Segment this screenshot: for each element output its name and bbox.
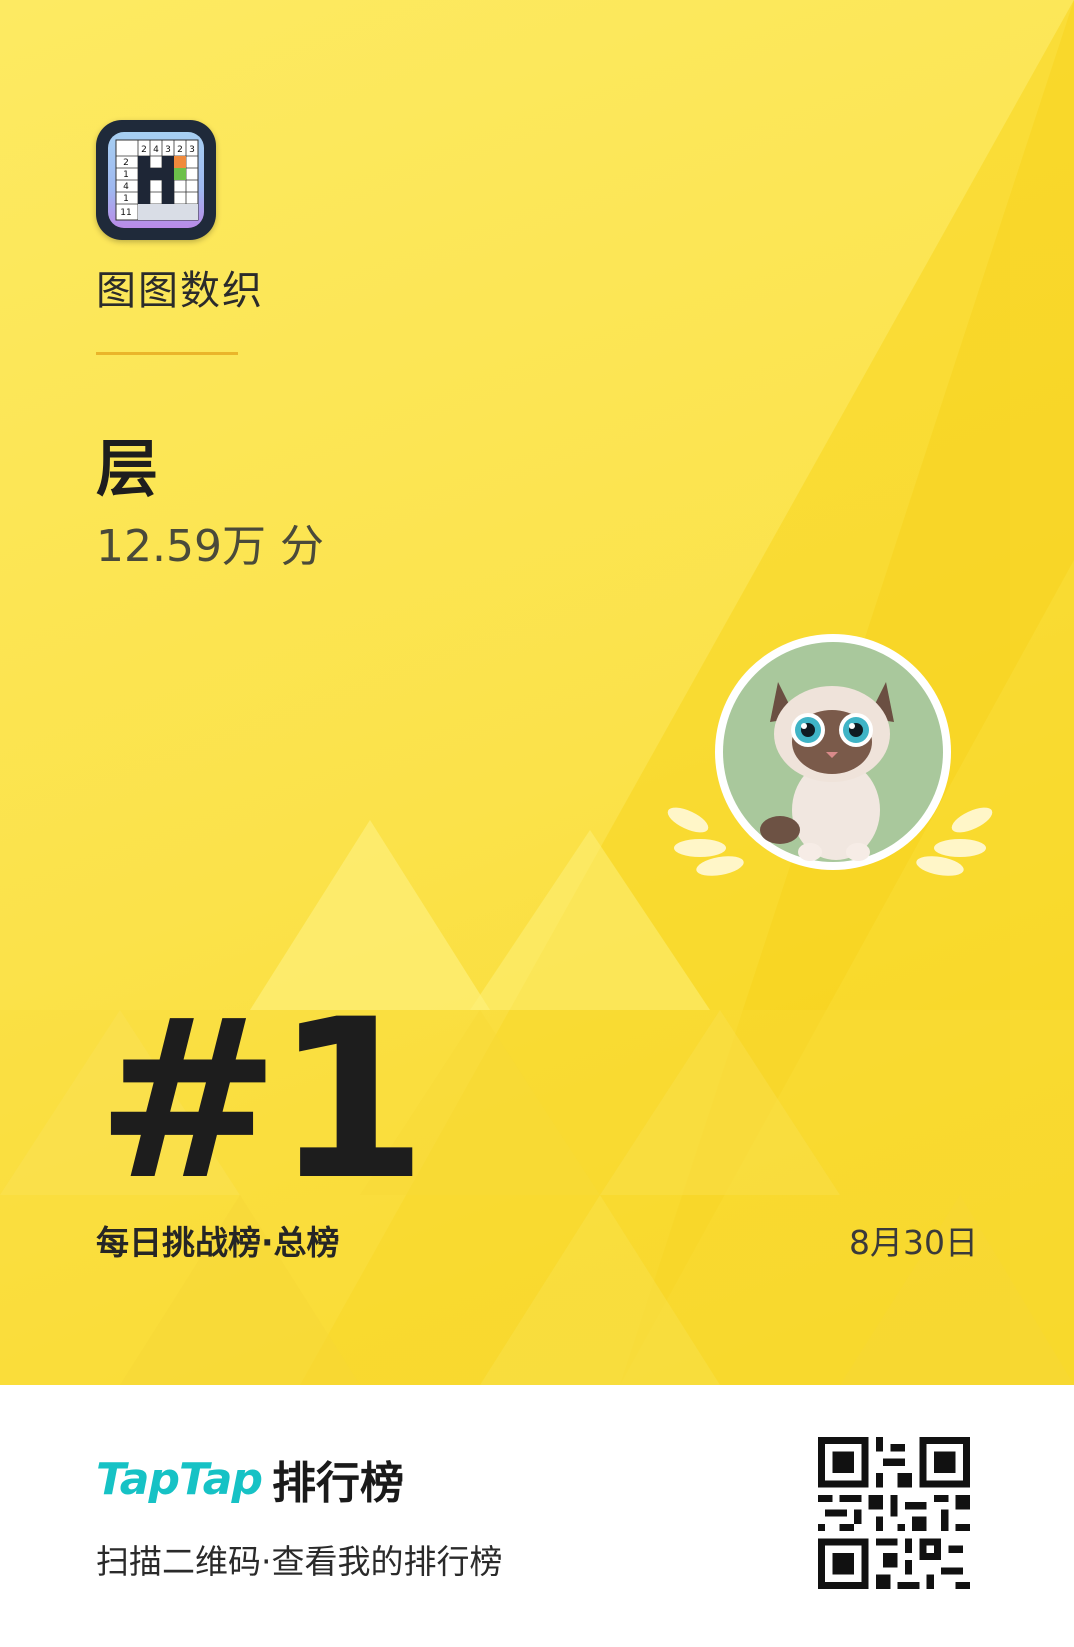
- scan-hint: 扫描二维码·查看我的排行榜: [96, 1542, 503, 1581]
- player-name: 层: [96, 432, 159, 505]
- clue-left: 1: [123, 194, 129, 204]
- taptap-logo: TapTap: [96, 1453, 263, 1505]
- player-score: 12.59万 分: [96, 521, 324, 572]
- rank-date: 8月30日: [849, 1223, 978, 1262]
- clue-top: 3: [189, 145, 195, 155]
- avatar-image: [667, 634, 993, 876]
- qr-code-icon[interactable]: [818, 1437, 970, 1589]
- app-name: 图图数织: [96, 268, 264, 314]
- clue-left: 11: [120, 208, 131, 218]
- clue-left: 4: [123, 182, 129, 192]
- clue-left: 1: [123, 170, 129, 180]
- taptap-brand: TapTap 排行榜: [96, 1447, 404, 1511]
- rank-number: #1: [96, 972, 427, 1228]
- avatar: [660, 630, 1000, 890]
- share-footer: TapTap 排行榜 扫描二维码·查看我的排行榜: [0, 1385, 1074, 1647]
- clue-top: 4: [153, 145, 159, 155]
- clue-left: 2: [123, 158, 129, 168]
- leaderboard-name: 每日挑战榜·总榜: [96, 1223, 340, 1262]
- clue-top: 2: [141, 145, 147, 155]
- divider: [96, 352, 238, 355]
- leaderboard-label: 排行榜: [271, 1458, 404, 1509]
- nonogram-grid-icon: 2 4 3 2 3 2 1 4 1 11: [115, 139, 199, 221]
- clue-top: 3: [165, 145, 171, 155]
- clue-top: 2: [177, 145, 183, 155]
- rank-card: 2 4 3 2 3 2 1 4 1 11 图图数织 层 12.59万 分 #1 …: [0, 0, 1074, 1385]
- app-icon: 2 4 3 2 3 2 1 4 1 11: [96, 120, 216, 240]
